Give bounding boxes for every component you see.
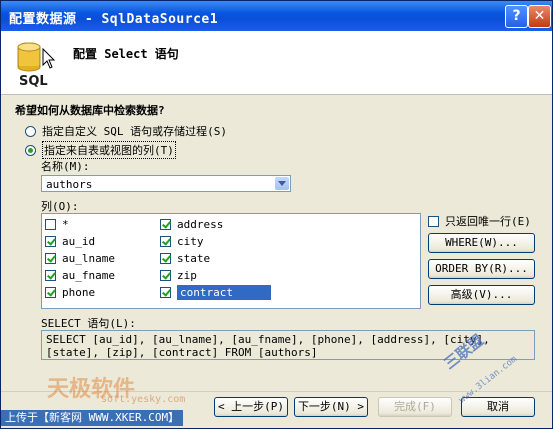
radio-custom-sql-label: 指定自定义 SQL 语句或存储过程(S) xyxy=(42,125,227,138)
retrieval-question: 希望如何从数据库中检索数据? xyxy=(15,104,165,117)
column-item-au-fname[interactable]: au_fname xyxy=(45,267,115,283)
cancel-button[interactable]: 取消 xyxy=(461,397,535,417)
column-label: au_fname xyxy=(62,268,115,282)
watermark-tianji-url: soft.yesky.com xyxy=(101,394,186,405)
sql-statement-label: SELECT 语句(L): xyxy=(41,317,136,330)
table-name-dropdown[interactable]: authors xyxy=(41,175,291,192)
columns-label: 列(O): xyxy=(41,200,79,213)
radio-table-view-label: 指定来自表或视图的列(T) xyxy=(42,141,176,159)
radio-custom-sql[interactable]: 指定自定义 SQL 语句或存储过程(S) xyxy=(25,123,227,139)
column-item-state[interactable]: state xyxy=(160,250,210,266)
svg-text:SQL: SQL xyxy=(19,74,48,89)
window-title: 配置数据源 - SqlDataSource1 xyxy=(9,12,219,27)
unique-rows-label: 只返回唯一行(E) xyxy=(445,215,531,228)
help-button[interactable]: ? xyxy=(505,5,528,28)
column-item-address[interactable]: address xyxy=(160,216,223,232)
column-item-phone[interactable]: phone xyxy=(45,284,95,300)
column-checkbox-au-lname[interactable] xyxy=(45,252,56,264)
unique-rows-checkbox[interactable] xyxy=(428,215,439,227)
column-checkbox-phone[interactable] xyxy=(45,286,56,298)
close-button[interactable]: ✕ xyxy=(528,5,551,28)
column-item-contract[interactable]: contract xyxy=(160,284,271,300)
column-checkbox-address[interactable] xyxy=(160,218,171,230)
page-title: 配置 Select 语句 xyxy=(73,47,179,61)
radio-table-view-circle[interactable] xyxy=(25,144,36,156)
column-checkbox-au-id[interactable] xyxy=(45,235,56,247)
wizard-header: SQL 配置 Select 语句 xyxy=(1,31,552,95)
radio-custom-sql-circle[interactable] xyxy=(25,125,36,137)
radio-table-view[interactable]: 指定来自表或视图的列(T) xyxy=(25,141,176,159)
column-label-selected: contract xyxy=(177,284,271,300)
where-button[interactable]: WHERE(W)... xyxy=(428,233,535,253)
title-bar[interactable]: 配置数据源 - SqlDataSource1 ? ✕ xyxy=(1,1,552,31)
column-label: city xyxy=(177,234,204,248)
column-item-zip[interactable]: zip xyxy=(160,267,197,283)
column-label: address xyxy=(177,217,224,231)
column-item-city[interactable]: city xyxy=(160,233,204,249)
dialog-window: 配置数据源 - SqlDataSource1 ? ✕ SQL 配置 Select… xyxy=(0,0,553,429)
column-checkbox-city[interactable] xyxy=(160,235,171,247)
upload-watermark: 上传于【新客网 WWW.XKER.COM】 xyxy=(1,410,184,426)
chevron-down-icon[interactable] xyxy=(275,177,289,190)
column-label: state xyxy=(177,251,211,265)
column-label: au_id xyxy=(62,234,96,248)
column-checkbox-contract[interactable] xyxy=(160,286,171,298)
column-item-au-id[interactable]: au_id xyxy=(45,233,95,249)
finish-button[interactable]: 完成(F) xyxy=(378,397,452,417)
column-checkbox-state[interactable] xyxy=(160,252,171,264)
column-checkbox-star[interactable] xyxy=(45,218,56,230)
next-button[interactable]: 下一步(N) > xyxy=(294,397,368,417)
database-sql-icon: SQL xyxy=(17,42,56,89)
column-item-au-lname[interactable]: au_lname xyxy=(45,250,115,266)
advanced-button[interactable]: 高级(V)... xyxy=(428,285,535,305)
prev-button[interactable]: < 上一步(P) xyxy=(214,397,288,417)
columns-list[interactable]: * au_id au_lname au_fname phone address … xyxy=(41,213,421,309)
column-label: au_lname xyxy=(62,251,115,265)
column-label: phone xyxy=(62,285,96,299)
column-label: zip xyxy=(177,268,197,282)
column-checkbox-zip[interactable] xyxy=(160,269,171,281)
column-checkbox-au-fname[interactable] xyxy=(45,269,56,281)
column-label: * xyxy=(62,217,69,231)
unique-rows-option[interactable]: 只返回唯一行(E) xyxy=(428,213,531,229)
table-name-value: authors xyxy=(46,178,93,191)
name-label: 名称(M): xyxy=(41,160,90,173)
column-item-star[interactable]: * xyxy=(45,216,69,232)
order-by-button[interactable]: ORDER BY(R)... xyxy=(428,259,535,279)
